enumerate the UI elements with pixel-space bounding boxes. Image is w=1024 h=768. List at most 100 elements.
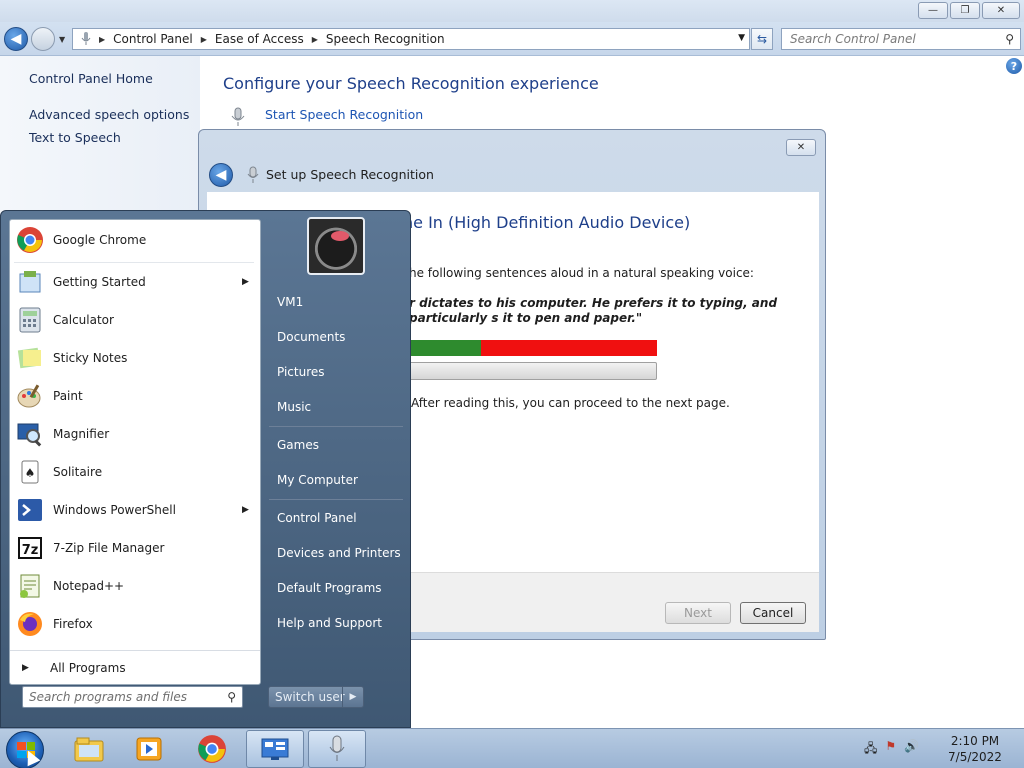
start-item-control-panel[interactable]: Control Panel: [269, 503, 403, 533]
text-to-speech-link[interactable]: Text to Speech: [29, 130, 121, 145]
start-item-devices-and-printers[interactable]: Devices and Printers: [269, 538, 403, 568]
address-toolbar: ◀ ▼ ▶ Control Panel ▶ Ease of Access ▶ S…: [0, 22, 1024, 56]
start-item-help-and-support[interactable]: Help and Support: [269, 608, 403, 638]
close-icon: ✕: [796, 142, 806, 153]
switch-user-button[interactable]: Switch user ▶: [268, 686, 364, 708]
search-programs-input[interactable]: Search programs and files ⚲: [22, 686, 243, 708]
shutdown-options-arrow-icon[interactable]: ▶: [342, 687, 363, 707]
dialog-title: Set up Speech Recognition: [266, 167, 434, 182]
action-center-icon[interactable]: ⚑: [885, 739, 896, 760]
arrow-right-icon: ▶: [22, 662, 29, 673]
program-label: Paint: [53, 389, 83, 403]
programs-list: Google Chrome Getting Started ▶ Calculat…: [9, 219, 261, 685]
program-sticky-notes[interactable]: Sticky Notes: [10, 340, 260, 376]
magnifier-icon: [14, 418, 46, 450]
program-7-zip-file-manager[interactable]: 7z 7-Zip File Manager: [10, 530, 260, 566]
start-item-default-programs[interactable]: Default Programs: [269, 573, 403, 603]
firefox-icon: [14, 608, 46, 640]
dialog-close-button[interactable]: ✕: [786, 139, 816, 156]
microphone-icon: [247, 166, 259, 183]
program-notepad-plus-plus[interactable]: Notepad++: [10, 568, 260, 604]
submenu-arrow-icon: ▶: [242, 505, 249, 515]
network-icon[interactable]: 🖧: [864, 739, 877, 760]
close-button[interactable]: ✕: [982, 2, 1020, 19]
breadcrumb-ease-of-access[interactable]: Ease of Access: [215, 32, 304, 46]
advanced-speech-options-link[interactable]: Advanced speech options: [29, 107, 189, 122]
program-label: Sticky Notes: [53, 351, 128, 365]
search-placeholder: Search programs and files: [29, 690, 187, 704]
program-label: Windows PowerShell: [53, 503, 176, 517]
next-button[interactable]: Next: [665, 602, 731, 624]
control-panel-home-link[interactable]: Control Panel Home: [29, 71, 153, 86]
minimize-button[interactable]: —: [918, 2, 948, 19]
program-getting-started[interactable]: Getting Started ▶: [10, 264, 260, 300]
breadcrumb-control-panel[interactable]: Control Panel: [113, 32, 193, 46]
start-speech-recognition-link[interactable]: Start Speech Recognition: [265, 107, 423, 122]
level-good-segment: [409, 340, 481, 356]
breadcrumb-separator-icon: ▶: [99, 34, 106, 44]
search-control-panel-input[interactable]: Search Control Panel ⚲: [781, 28, 1021, 50]
level-high-segment: [480, 340, 657, 356]
instruction-text: he following sentences aloud in a natura…: [409, 266, 754, 280]
program-label: Notepad++: [53, 579, 125, 593]
program-solitaire[interactable]: ♠ Solitaire: [10, 454, 260, 490]
dialog-back-button[interactable]: ◀: [209, 163, 233, 187]
powershell-icon: [14, 494, 46, 526]
start-item-pictures[interactable]: Pictures: [269, 357, 403, 387]
media-player-icon: [136, 737, 162, 761]
taskbar: 🖧 ⚑ 🔊 2:10 PM 7/5/2022: [0, 728, 1024, 768]
maximize-button[interactable]: ❐: [950, 2, 980, 19]
refresh-icon: ⇆: [756, 32, 768, 46]
program-calculator[interactable]: Calculator: [10, 302, 260, 338]
solitaire-icon: ♠: [14, 456, 46, 488]
microphone-icon: [231, 107, 245, 126]
forward-button[interactable]: [31, 27, 55, 51]
arrow-left-icon: ◀: [10, 31, 22, 47]
arrow-left-icon: ◀: [215, 167, 227, 183]
control-panel-icon: [261, 738, 289, 760]
taskbar-media-player[interactable]: [120, 730, 178, 768]
taskbar-explorer[interactable]: [60, 730, 118, 768]
separator: [14, 262, 254, 263]
address-dropdown-icon[interactable]: ▼: [738, 33, 745, 43]
program-google-chrome[interactable]: Google Chrome: [10, 222, 260, 258]
program-label: Google Chrome: [53, 233, 147, 247]
refresh-button[interactable]: ⇆: [751, 28, 773, 50]
start-item-music[interactable]: Music: [269, 392, 403, 422]
breadcrumb-separator-icon: ▶: [311, 34, 318, 44]
clock-time: 2:10 PM: [950, 734, 1000, 748]
breadcrumb-speech-recognition[interactable]: Speech Recognition: [326, 32, 445, 46]
taskbar-control-panel[interactable]: [246, 730, 304, 768]
program-magnifier[interactable]: Magnifier: [10, 416, 260, 452]
search-icon[interactable]: ⚲: [227, 690, 236, 704]
program-label: Firefox: [53, 617, 93, 631]
start-item-my-computer[interactable]: My Computer: [269, 465, 403, 495]
sticky-notes-icon: [14, 342, 46, 374]
progress-bar: [409, 362, 657, 380]
clock[interactable]: 2:10 PM 7/5/2022: [940, 733, 1010, 765]
address-bar[interactable]: ▶ Control Panel ▶ Ease of Access ▶ Speec…: [72, 28, 750, 50]
all-programs-label: All Programs: [50, 660, 126, 675]
taskbar-chrome[interactable]: [183, 730, 241, 768]
start-item-vm1[interactable]: VM1: [269, 287, 403, 317]
microphone-level-meter: [409, 340, 657, 356]
svg-text:7z: 7z: [22, 543, 39, 558]
all-programs-button[interactable]: ▶ All Programs: [10, 650, 260, 684]
program-windows-powershell[interactable]: Windows PowerShell ▶: [10, 492, 260, 528]
search-placeholder: Search Control Panel: [790, 32, 916, 46]
history-dropdown-icon[interactable]: ▼: [59, 35, 65, 44]
volume-icon[interactable]: 🔊: [904, 739, 919, 760]
back-button[interactable]: ◀: [4, 27, 28, 51]
search-icon[interactable]: ⚲: [1005, 32, 1014, 46]
program-label: Solitaire: [53, 465, 103, 479]
help-icon[interactable]: ?: [1006, 58, 1022, 74]
taskbar-speech-recognition[interactable]: [308, 730, 366, 768]
user-picture[interactable]: [307, 217, 365, 275]
page-title: Configure your Speech Recognition experi…: [223, 74, 599, 93]
start-item-documents[interactable]: Documents: [269, 322, 403, 352]
program-paint[interactable]: Paint: [10, 378, 260, 414]
program-firefox[interactable]: Firefox: [10, 606, 260, 642]
cancel-button[interactable]: Cancel: [740, 602, 806, 624]
svg-text:♠: ♠: [25, 466, 36, 480]
start-item-games[interactable]: Games: [269, 430, 403, 460]
